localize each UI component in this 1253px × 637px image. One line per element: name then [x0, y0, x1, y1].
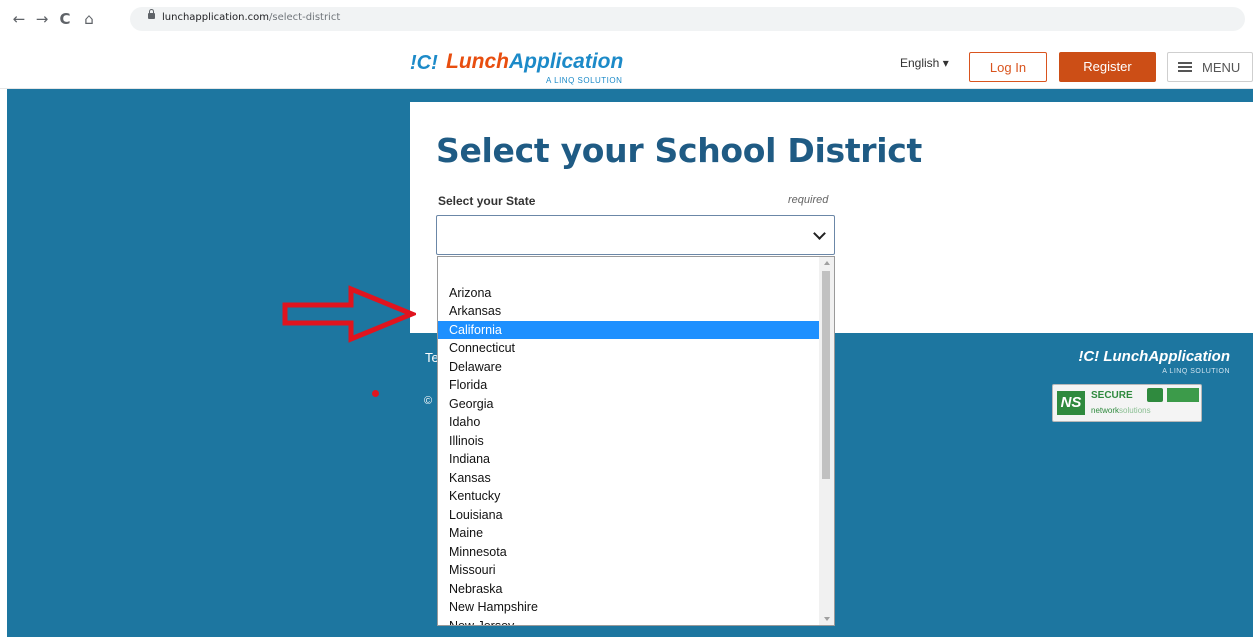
state-option[interactable]: Florida [438, 376, 820, 394]
state-option[interactable]: Louisiana [438, 506, 820, 524]
reload-icon[interactable]: C [56, 10, 74, 28]
footer-logo-text: !C! LunchApplication [1078, 348, 1230, 365]
annotation-arrow-icon [282, 285, 416, 343]
logo-mark-icon: !C! [410, 52, 438, 74]
lock-icon [148, 9, 155, 19]
state-option[interactable]: Illinois [438, 432, 820, 450]
state-label: Select your State [438, 194, 536, 208]
required-label: required [788, 194, 829, 206]
state-option[interactable]: Georgia [438, 395, 820, 413]
menu-label: MENU [1202, 60, 1241, 75]
address-bar[interactable]: lunchapplication.com/select-district [130, 7, 1245, 31]
chevron-down-icon [813, 227, 826, 240]
scroll-down-icon[interactable] [824, 617, 830, 621]
network-label: networksolutions [1091, 406, 1151, 415]
state-option[interactable]: California [438, 320, 820, 339]
logo-text: LunchApplication [446, 50, 624, 73]
state-option[interactable]: Missouri [438, 561, 820, 579]
state-option[interactable]: Arizona [438, 284, 820, 302]
lock-icon [1147, 388, 1163, 402]
site-logo[interactable]: !C! LunchApplication A LINQ SOLUTION [410, 48, 670, 88]
annotation-dot [372, 390, 379, 397]
state-option[interactable]: Indiana [438, 450, 820, 468]
menu-button[interactable]: MENU [1167, 52, 1253, 82]
seal-icon [1167, 388, 1199, 402]
state-select[interactable] [436, 215, 835, 255]
state-option[interactable]: Idaho [438, 413, 820, 431]
state-option[interactable]: New Hampshire [438, 598, 820, 616]
browser-toolbar: ← → C ⌂ lunchapplication.com/select-dist… [0, 0, 1253, 46]
state-option[interactable]: Arkansas [438, 302, 820, 320]
back-icon[interactable]: ← [10, 10, 28, 28]
state-option[interactable]: New Jersey [438, 617, 820, 626]
register-button[interactable]: Register [1059, 52, 1156, 82]
state-option-empty[interactable] [438, 265, 820, 283]
state-option[interactable]: Kansas [438, 469, 820, 487]
state-option[interactable]: Nebraska [438, 580, 820, 598]
secure-label: SECURE [1091, 390, 1133, 401]
hamburger-icon [1178, 62, 1192, 64]
footer-logo-tagline: A LINQ SOLUTION [1162, 368, 1230, 375]
scrollbar[interactable] [819, 257, 834, 625]
forward-icon[interactable]: → [33, 10, 51, 28]
scroll-thumb[interactable] [822, 271, 830, 479]
state-option[interactable]: Minnesota [438, 543, 820, 561]
home-icon[interactable]: ⌂ [80, 10, 98, 28]
state-dropdown-list[interactable]: Arizona Arkansas California Connecticut Dela… [437, 256, 835, 626]
state-option[interactable]: Kentucky [438, 487, 820, 505]
left-edge [0, 89, 7, 637]
site-header: !C! LunchApplication A LINQ SOLUTION Eng… [0, 46, 1253, 89]
scroll-up-icon[interactable] [824, 261, 830, 265]
footer-copyright: © [424, 395, 433, 407]
logo-tagline: A LINQ SOLUTION [546, 76, 623, 85]
secure-badge[interactable]: NS SECURE networksolutions [1052, 384, 1202, 422]
footer-logo: !C! LunchApplication A LINQ SOLUTION [1050, 348, 1230, 378]
state-option[interactable]: Connecticut [438, 339, 820, 357]
ns-logo-icon: NS [1057, 391, 1085, 415]
language-selector[interactable]: English ▾ [900, 56, 949, 70]
page-title: Select your School District [436, 131, 923, 170]
state-option[interactable]: Delaware [438, 358, 820, 376]
state-option[interactable]: Maine [438, 524, 820, 542]
url-text: lunchapplication.com/select-district [162, 12, 341, 23]
login-button[interactable]: Log In [969, 52, 1047, 82]
